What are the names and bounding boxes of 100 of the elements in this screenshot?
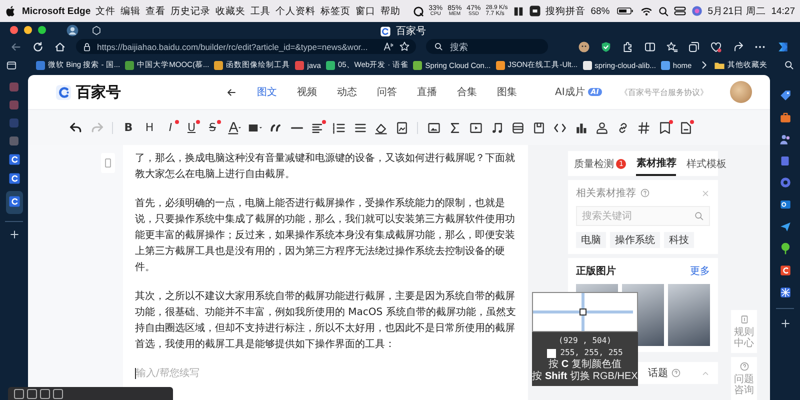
panel-tab[interactable]: 样式模板 [686, 151, 726, 176]
more-link[interactable]: 更多 [690, 264, 710, 278]
video-icon[interactable] [468, 120, 482, 134]
nav-tab[interactable]: 问答 [377, 85, 397, 99]
bar-chart-icon[interactable] [574, 120, 588, 134]
battery-icon[interactable] [614, 5, 635, 17]
bookmark-icon[interactable] [658, 120, 672, 134]
file-icon[interactable] [678, 120, 692, 134]
nav-tab[interactable]: 视频 [297, 85, 317, 99]
back-arrow-icon[interactable] [226, 86, 237, 98]
collections-icon[interactable] [688, 40, 700, 52]
menu-item[interactable]: 历史记录 [170, 4, 211, 18]
menu-item[interactable]: 收藏夹 [216, 4, 246, 18]
search-icon[interactable] [784, 60, 794, 70]
pattern-app-icon[interactable] [778, 286, 792, 299]
user-avatar[interactable] [730, 81, 752, 103]
color-swatch [547, 348, 556, 358]
baijiahao-tab-icon[interactable] [8, 153, 20, 166]
save-icon[interactable] [532, 120, 546, 134]
home-icon[interactable] [54, 40, 66, 52]
split-screen-icon[interactable] [644, 40, 656, 52]
search-icon[interactable] [658, 6, 669, 16]
nav-tab[interactable]: 合集 [457, 85, 477, 99]
nav-tab[interactable]: 动态 [337, 85, 357, 99]
menu-item[interactable]: 工具 [250, 4, 271, 18]
favorites-icon[interactable] [666, 40, 678, 52]
document-icon[interactable] [779, 155, 791, 167]
baijiahao-tab-icon[interactable] [8, 195, 20, 208]
nav-tab[interactable]: 图集 [497, 85, 517, 99]
send-icon[interactable] [778, 220, 792, 233]
input-method-icon[interactable] [528, 5, 541, 17]
list-box-icon[interactable] [510, 120, 524, 134]
control-center-icon[interactable] [674, 5, 686, 17]
mail-icon[interactable] [778, 198, 792, 211]
read-aloud-icon[interactable] [383, 41, 394, 52]
add-icon[interactable] [780, 318, 790, 329]
panel-tab[interactable]: 素材推荐 [636, 151, 676, 176]
key-icon [14, 389, 24, 399]
key-icon [40, 389, 50, 399]
people-icon[interactable] [778, 133, 792, 146]
undo-icon[interactable] [68, 120, 82, 134]
format-button[interactable]: I [168, 120, 172, 136]
minimize-window-button[interactable] [24, 26, 32, 34]
menu-item[interactable]: 文件 [96, 4, 116, 18]
letter-c-app-icon[interactable] [778, 264, 792, 277]
keyword-tag[interactable]: 电脑 [576, 232, 606, 248]
cursor-coordinates: (929 , 504) [558, 335, 612, 347]
keyword-tag[interactable]: 操作系统 [610, 232, 660, 248]
menu-item[interactable]: 个人资料 [276, 4, 316, 18]
battery-percent: 68% [590, 6, 610, 16]
favorite-star-icon[interactable] [399, 41, 410, 52]
app-icon[interactable] [412, 6, 424, 16]
app-name[interactable]: Microsoft Edge [22, 6, 91, 16]
image-document-icon[interactable] [394, 120, 408, 134]
music-icon[interactable] [490, 120, 504, 134]
format-button[interactable]: U [187, 120, 196, 136]
search-icon [434, 42, 443, 51]
menu-item[interactable]: 查看 [146, 4, 166, 18]
keyword-search-field[interactable]: 搜索关键词 [576, 206, 710, 226]
address-bar[interactable]: https://baijiahao.baidu.com/builder/rc/edit?article_id=&type=news&wor... [76, 39, 416, 54]
baijiahao-logo[interactable]: 百家号 [55, 82, 121, 102]
menubar-time[interactable]: 14:27 [771, 6, 795, 16]
keyword-tag[interactable]: 科技 [664, 232, 694, 248]
font-color-icon[interactable] [226, 120, 240, 134]
menu-item[interactable]: 标签页 [320, 4, 351, 18]
input-method[interactable]: 搜狗拼音 [546, 4, 586, 18]
heart-pulse-icon[interactable] [710, 40, 722, 52]
siri-icon[interactable] [690, 5, 703, 17]
format-button[interactable]: B [124, 120, 133, 136]
puzzle-icon[interactable] [622, 40, 634, 52]
profile-avatar-icon[interactable] [66, 24, 79, 36]
wifi-icon[interactable] [640, 5, 653, 17]
menu-item[interactable]: 窗口 [356, 4, 376, 18]
briefcase-icon[interactable] [778, 111, 792, 124]
workspaces-icon[interactable] [91, 24, 102, 36]
hash-icon[interactable] [636, 120, 650, 134]
browser-tab[interactable]: 百家号 [380, 24, 426, 38]
baijiahao-tab-icon[interactable] [8, 172, 20, 185]
search-field[interactable]: 搜索 [426, 39, 548, 54]
ordered-list-icon[interactable] [332, 120, 346, 134]
refresh-icon[interactable] [32, 40, 44, 52]
add-icon[interactable] [8, 229, 20, 240]
zoom-window-button[interactable] [38, 26, 46, 34]
image-icon[interactable] [426, 120, 440, 134]
format-button[interactable]: S [209, 120, 216, 136]
close-window-button[interactable] [10, 26, 18, 34]
menubar-date[interactable]: 5月21日 周二 [708, 4, 766, 18]
nav-tab[interactable]: 直播 [417, 85, 437, 99]
tag-icon[interactable] [778, 89, 792, 102]
nav-tab[interactable]: 图文 [257, 85, 277, 99]
person-icon[interactable] [594, 120, 608, 134]
tree-icon[interactable] [778, 242, 792, 255]
menu-item[interactable]: 编辑 [120, 4, 141, 18]
back-icon[interactable] [10, 40, 22, 52]
sidebar-toggle-icon[interactable] [6, 60, 17, 70]
shield-check-icon[interactable] [600, 40, 612, 52]
format-button[interactable]: H [145, 120, 154, 136]
menu-item[interactable]: 帮助 [380, 4, 401, 18]
share-icon[interactable] [732, 40, 744, 52]
extension-avatar-icon[interactable] [578, 40, 590, 52]
